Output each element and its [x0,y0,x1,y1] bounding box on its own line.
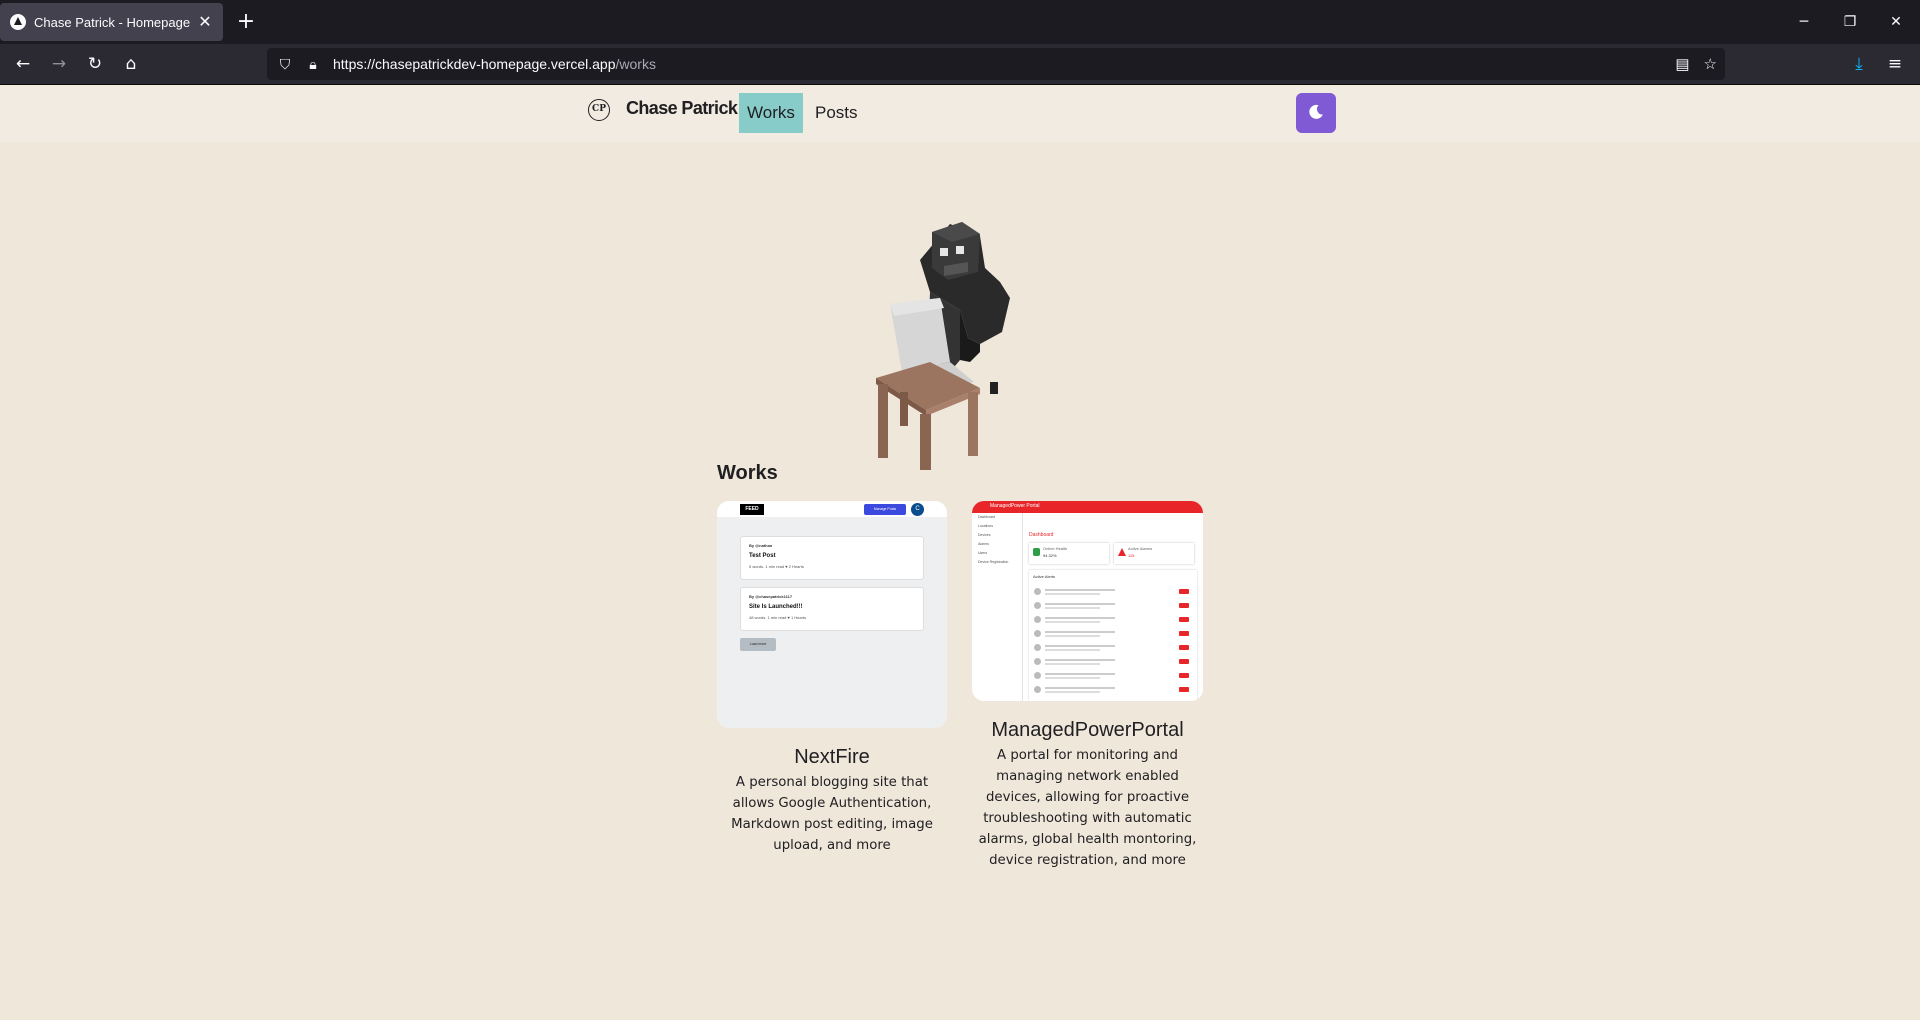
nav-link-works[interactable]: Works [739,93,803,133]
sidebar-item: Device Registration [978,560,1009,564]
moon-icon [1309,104,1323,119]
post-author: By @chasepatrick1117 [749,594,793,599]
close-window-icon[interactable]: ✕ [1873,0,1919,44]
post-title: Test Post [749,553,776,559]
alert-row [1029,585,1197,599]
sidebar-item: Alarms [978,542,989,546]
alert-row [1029,627,1197,641]
avatar: C [911,503,924,516]
post-title: Site Is Launched!!! [749,604,803,610]
site-title[interactable]: Chase Patrick [626,98,738,119]
alert-row [1029,613,1197,627]
sidebar-item: Dashboard [978,515,996,519]
works-heading: Works [717,462,778,484]
active-alerts-panel: Active Alerts [1029,570,1197,701]
voxel-dog-illustration [876,222,1010,470]
url-text[interactable]: https://chasepatrickdev-homepage.vercel.… [333,56,656,72]
sidebar-item: Users [978,551,988,555]
sidebar-item: Locations [978,524,993,528]
kpi-online-health: Online Health 94.32% [1029,543,1109,564]
close-tab-icon[interactable]: ✕ [197,12,213,32]
site-header: CP Chase Patrick Works Posts [0,86,1920,142]
feed-logo: FEED [740,504,764,515]
alert-row [1029,655,1197,669]
manage-posts-button: Manage Posts [864,504,906,515]
portal-app-title: ManagedPower Portal [990,503,1040,509]
nav-link-posts[interactable]: Posts [807,93,866,133]
new-tab-button[interactable]: + [234,8,258,36]
shield-icon [1033,548,1040,556]
lock-icon[interactable]: 🔒︎ [299,56,327,73]
post-meta: 48 words. 1 min read ♥ 1 Hearts [749,615,807,620]
site-favicon-icon [10,14,26,30]
alert-row [1029,641,1197,655]
minimize-window-icon[interactable]: ─ [1781,0,1827,44]
forward-icon[interactable]: → [44,49,74,79]
shield-icon[interactable]: ⛉ [271,56,299,73]
kpi-active-alarms: Active Alarms 115 [1114,543,1194,564]
work-description-managedpowerportal: A portal for monitoring and managing net… [978,748,1197,868]
browser-nav-bar: ← → ↻ ⌂ ⛉ 🔒︎ https://chasepatrickdev-hom… [0,44,1920,85]
back-icon[interactable]: ← [8,49,38,79]
alert-row [1029,599,1197,613]
restore-window-icon[interactable]: ❐ [1827,0,1873,44]
sidebar-item: Devices [978,533,991,537]
work-description-nextfire: A personal blogging site that allows Goo… [731,775,933,853]
theme-toggle-button[interactable] [1296,93,1336,133]
browser-tab-bar: Chase Patrick - Homepage ✕ + ─ ❐ ✕ [0,0,1920,44]
nextfire-thumbnail[interactable]: FEED Manage Posts C By @nathan Test Post… [717,501,947,728]
thumb-topbar: ManagedPower Portal [972,501,1203,513]
browser-tab[interactable]: Chase Patrick - Homepage ✕ [0,3,223,41]
tab-title: Chase Patrick - Homepage [34,14,191,30]
alerts-heading: Active Alerts [1033,574,1056,579]
work-title-managedpowerportal[interactable]: ManagedPowerPortal [972,719,1203,742]
post-card: By @nathan Test Post 5 words. 1 min read… [740,536,924,580]
load-more-button: Load more [740,638,776,651]
logo-badge-icon[interactable]: CP [588,99,610,121]
warning-icon [1118,548,1126,556]
bookmark-star-icon[interactable]: ☆ [1704,55,1717,73]
reader-view-icon[interactable]: ▤ [1675,55,1689,73]
home-icon[interactable]: ⌂ [116,49,146,79]
managedpowerportal-thumbnail[interactable]: ManagedPower Portal Dashboard Locations … [972,501,1203,701]
address-bar[interactable]: ⛉ 🔒︎ https://chasepatrickdev-homepage.ve… [267,48,1725,80]
reload-icon[interactable]: ↻ [80,49,110,79]
alert-row [1029,669,1197,683]
post-meta: 5 words. 1 min read ♥ 2 Hearts [749,564,804,569]
post-author: By @nathan [749,543,773,548]
dashboard-label: Dashboard [1029,532,1054,538]
portal-sidebar: Dashboard Locations Devices Alarms Users… [972,513,1023,701]
post-card: By @chasepatrick1117 Site Is Launched!!!… [740,587,924,631]
menu-icon[interactable]: ≡ [1880,49,1910,79]
alert-row [1029,683,1197,697]
work-title-nextfire[interactable]: NextFire [717,746,947,769]
downloads-icon[interactable]: ⤓ [1844,49,1874,79]
